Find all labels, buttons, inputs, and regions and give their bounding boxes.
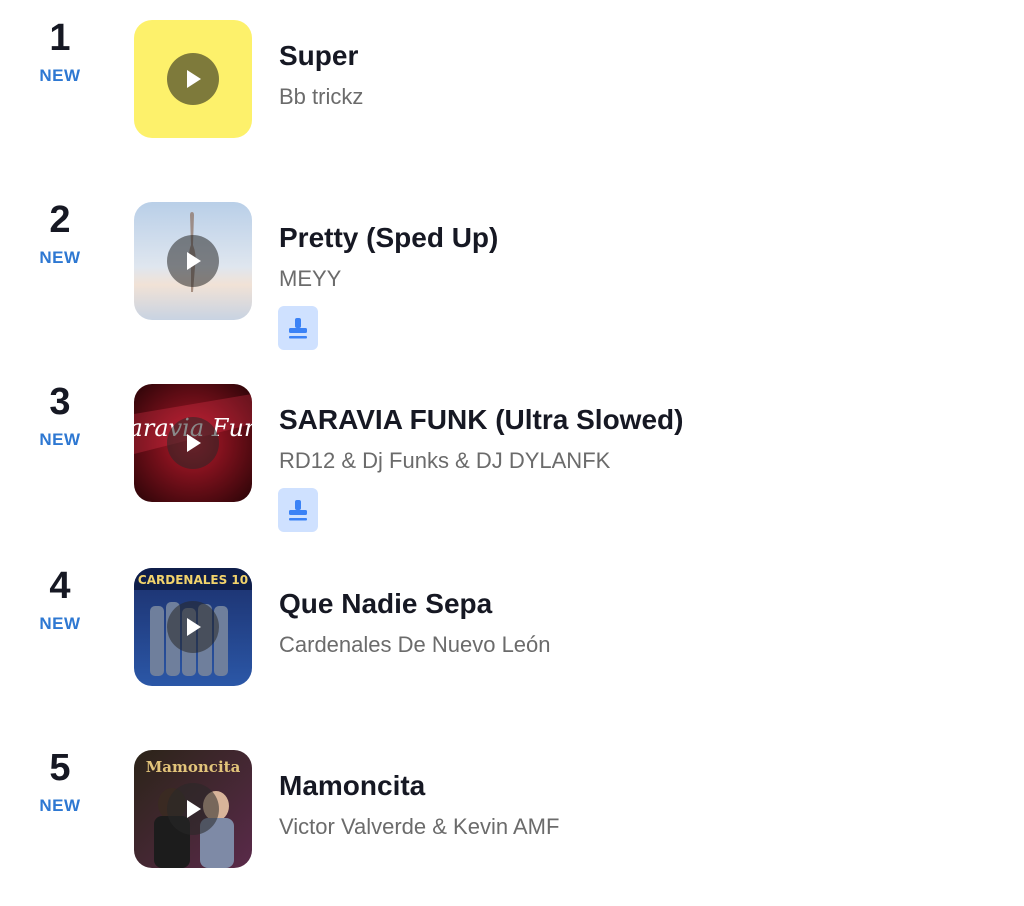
stamp-icon[interactable] <box>278 488 318 532</box>
artist-name[interactable]: MEYY <box>279 266 341 292</box>
song-title[interactable]: Pretty (Sped Up) <box>279 222 498 254</box>
song-title[interactable]: SARAVIA FUNK (Ultra Slowed) <box>279 404 683 436</box>
artist-name[interactable]: Bb trickz <box>279 84 363 110</box>
play-icon[interactable] <box>167 417 219 469</box>
song-title[interactable]: Que Nadie Sepa <box>279 588 492 620</box>
album-cover[interactable]: Mamoncita <box>134 750 252 868</box>
rank-number: 5 <box>49 747 71 789</box>
play-icon[interactable] <box>167 601 219 653</box>
album-cover[interactable]: CARDENALES 10 <box>134 568 252 686</box>
rank-number: 3 <box>49 381 71 423</box>
chart-row-2[interactable]: 2 NEW Pretty (Sped Up) MEYY <box>0 199 1024 352</box>
cover-text: CARDENALES 10 <box>138 573 248 587</box>
artist-name[interactable]: RD12 & Dj Funks & DJ DYLANFK <box>279 448 610 474</box>
artist-name[interactable]: Victor Valverde & Kevin AMF <box>279 814 559 840</box>
stamp-icon[interactable] <box>278 306 318 350</box>
new-badge: NEW <box>39 248 81 267</box>
rank-number: 4 <box>49 565 71 607</box>
album-cover[interactable] <box>134 202 252 320</box>
song-chart-list: 1 NEW Super Bb trickz 2 NEW Pretty (Sped… <box>0 0 1024 906</box>
new-badge: NEW <box>39 66 81 85</box>
rank-number: 1 <box>49 17 71 59</box>
song-title[interactable]: Mamoncita <box>279 770 425 802</box>
play-icon[interactable] <box>167 235 219 287</box>
album-cover[interactable]: Saravia Funk <box>134 384 252 502</box>
cover-text: Mamoncita <box>146 758 241 776</box>
chart-row-4[interactable]: 4 NEW CARDENALES 10 Que Nadie Sepa Carde… <box>0 565 1024 718</box>
chart-row-5[interactable]: 5 NEW Mamoncita Mamoncita Victor Valverd… <box>0 747 1024 900</box>
new-badge: NEW <box>39 430 81 449</box>
song-title[interactable]: Super <box>279 40 358 72</box>
new-badge: NEW <box>39 614 81 633</box>
new-badge: NEW <box>39 796 81 815</box>
album-cover[interactable] <box>134 20 252 138</box>
rank-number: 2 <box>49 199 71 241</box>
chart-row-1[interactable]: 1 NEW Super Bb trickz <box>0 17 1024 170</box>
artist-name[interactable]: Cardenales De Nuevo León <box>279 632 551 658</box>
play-icon[interactable] <box>167 53 219 105</box>
chart-row-3[interactable]: 3 NEW Saravia Funk SARAVIA FUNK (Ultra S… <box>0 381 1024 534</box>
play-icon[interactable] <box>167 783 219 835</box>
